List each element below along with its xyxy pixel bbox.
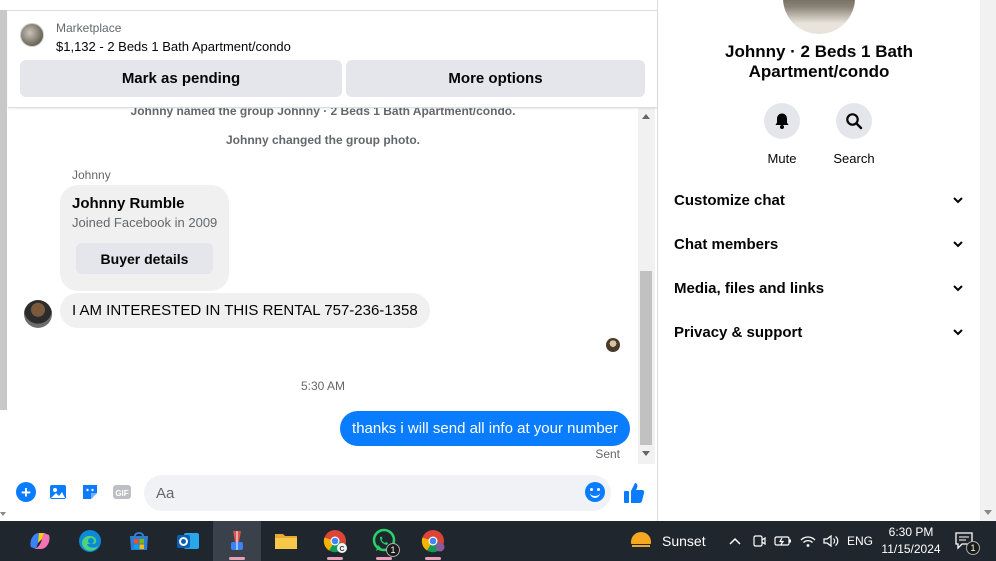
listing-source-label: Marketplace (56, 21, 122, 35)
edge-icon[interactable] (66, 521, 114, 561)
weather-label: Sunset (662, 533, 706, 549)
thumbs-up-icon[interactable] (622, 481, 646, 505)
search-label: Search (833, 151, 875, 166)
chevron-down-icon (953, 329, 963, 336)
chevron-down-icon (953, 285, 963, 292)
search-icon[interactable] (836, 103, 872, 139)
group-photo[interactable] (783, 0, 855, 34)
listing-header: Marketplace $1,132 - 2 Beds 1 Bath Apart… (8, 11, 657, 108)
volume-icon[interactable] (820, 521, 842, 561)
sender-avatar[interactable] (24, 300, 52, 328)
wifi-icon[interactable] (798, 521, 818, 561)
clock[interactable]: 6:30 PM 11/15/2024 (878, 524, 944, 558)
show-hidden-icons-chevron-icon[interactable] (726, 521, 744, 561)
section-label: Privacy & support (674, 323, 803, 341)
sunset-icon (630, 532, 652, 552)
window-scrollbar-left[interactable] (0, 10, 7, 410)
active-app-icon[interactable] (213, 521, 261, 561)
scroll-up-arrow-icon[interactable] (642, 114, 650, 119)
microsoft-store-icon[interactable] (115, 521, 163, 561)
notifications-icon[interactable]: 1 (950, 521, 980, 561)
image-icon[interactable] (48, 482, 68, 502)
sender-name: Johnny (72, 168, 111, 182)
buyer-joined-text: Joined Facebook in 2009 (72, 215, 218, 230)
scrollbar-thumb[interactable] (640, 271, 652, 445)
chrome-profile-icon[interactable]: C (311, 521, 359, 561)
gif-icon[interactable]: GIF (112, 482, 132, 502)
running-indicator (327, 557, 343, 560)
section-label: Chat members (674, 235, 779, 253)
file-explorer-icon[interactable] (262, 521, 310, 561)
mark-as-pending-button[interactable]: Mark as pending (20, 60, 342, 97)
composer-bar: + GIF Aa (8, 472, 657, 514)
taskbar: C 1 Sunset ENG 6:30 PM 11/15/2024 1 (0, 521, 996, 561)
listing-title[interactable]: $1,132 - 2 Beds 1 Bath Apartment/condo (56, 39, 291, 54)
sent-status: Sent (595, 447, 620, 461)
copilot-icon[interactable] (16, 521, 64, 561)
plus-icon[interactable]: + (16, 482, 36, 502)
chat-info-panel: Johnny · 2 Beds 1 Bath Apartment/condo M… (658, 0, 980, 521)
active-indicator (229, 557, 245, 560)
buyer-name: Johnny Rumble (72, 195, 185, 212)
group-name: Johnny · 2 Beds 1 Bath Apartment/condo (725, 42, 913, 81)
scroll-down-arrow-icon[interactable] (984, 510, 992, 515)
scroll-down-arrow-icon[interactable] (0, 512, 6, 516)
mute-label: Mute (767, 151, 797, 166)
seen-receipt-avatar (606, 338, 620, 352)
system-event-photo: Johnny changed the group photo. (226, 133, 420, 147)
chevron-down-icon (953, 197, 963, 204)
message-input[interactable]: Aa (144, 475, 611, 511)
section-label: Customize chat (674, 191, 785, 209)
weather-widget[interactable]: Sunset (628, 521, 706, 561)
search-action[interactable]: Search (829, 103, 879, 166)
outlook-icon[interactable] (164, 521, 212, 561)
buyer-card: Johnny Rumble Joined Facebook in 2009 Bu… (60, 185, 229, 291)
section-privacy-support[interactable]: Privacy & support (666, 310, 972, 354)
section-customize-chat[interactable]: Customize chat (666, 178, 972, 222)
running-indicator (425, 557, 441, 560)
outgoing-message-bubble[interactable]: thanks i will send all info at your numb… (340, 411, 630, 446)
scroll-down-arrow-icon[interactable] (642, 451, 650, 456)
battery-icon[interactable] (772, 521, 794, 561)
language-indicator[interactable]: ENG (846, 521, 874, 561)
listing-thumbnail[interactable] (20, 23, 44, 47)
meet-now-icon[interactable] (750, 521, 768, 561)
clock-time: 6:30 PM (888, 525, 934, 539)
incoming-message-bubble[interactable]: I AM INTERESTED IN THIS RENTAL 757-236-1… (60, 293, 430, 328)
emoji-icon[interactable] (585, 482, 605, 502)
bell-icon[interactable] (764, 103, 800, 139)
chevron-down-icon (953, 241, 963, 248)
section-media-files-links[interactable]: Media, files and links (666, 266, 972, 310)
window-scrollbar-right[interactable] (980, 0, 996, 521)
message-scrollbar[interactable] (638, 108, 655, 464)
message-list: Johnny named the group Johnny · 2 Beds 1… (8, 108, 638, 466)
sticker-icon[interactable] (80, 482, 100, 502)
svg-text:C: C (339, 546, 344, 553)
section-chat-members[interactable]: Chat members (666, 222, 972, 266)
whatsapp-icon[interactable]: 1 (360, 521, 408, 561)
section-label: Media, files and links (674, 279, 825, 297)
buyer-details-button[interactable]: Buyer details (76, 243, 213, 274)
system-event-rename: Johnny named the group Johnny · 2 Beds 1… (130, 108, 516, 118)
gif-label: GIF (115, 489, 128, 498)
more-options-button[interactable]: More options (346, 60, 645, 97)
running-indicator (376, 557, 392, 560)
notification-badge: 1 (966, 541, 980, 555)
clock-date: 11/15/2024 (881, 542, 941, 556)
message-timestamp: 5:30 AM (300, 379, 346, 393)
whatsapp-badge: 1 (386, 543, 400, 557)
chat-panel: Marketplace $1,132 - 2 Beds 1 Bath Apart… (0, 0, 657, 521)
mute-action[interactable]: Mute (757, 103, 807, 166)
chrome-icon[interactable] (409, 521, 457, 561)
